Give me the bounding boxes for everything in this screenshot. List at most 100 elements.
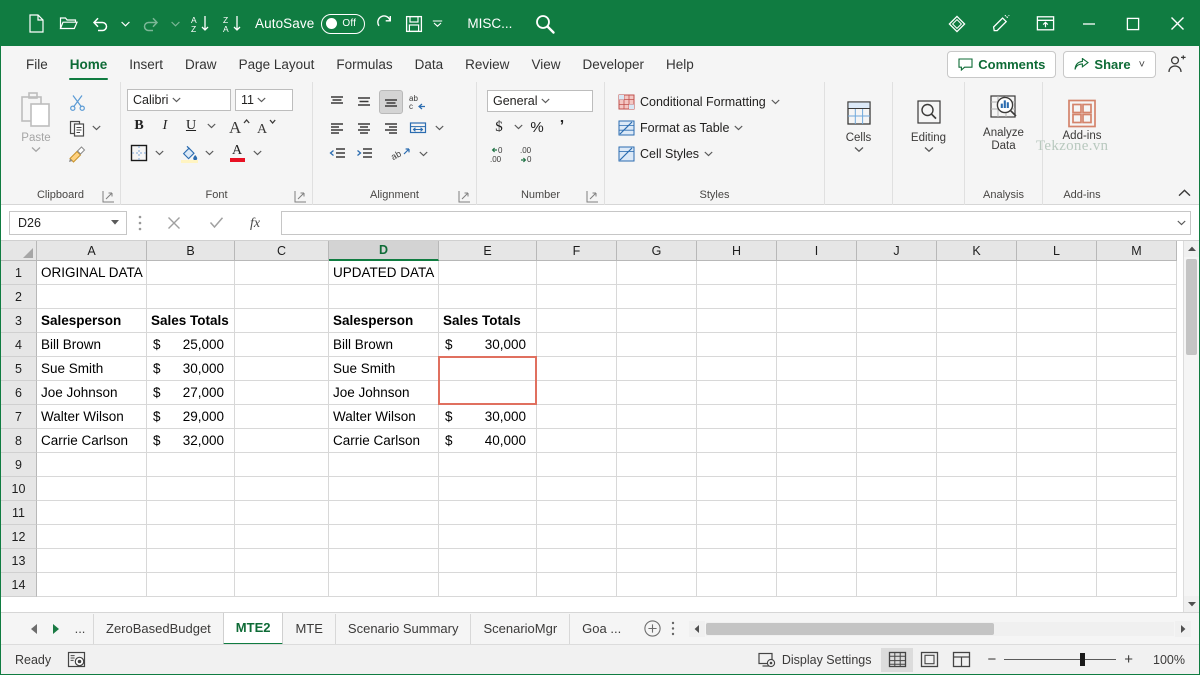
cell-E13[interactable] (439, 549, 537, 573)
row-header-14[interactable]: 14 (1, 573, 37, 597)
row-header-3[interactable]: 3 (1, 309, 37, 333)
cell-L1[interactable] (1017, 261, 1097, 285)
cell-H9[interactable] (697, 453, 777, 477)
cell-F3[interactable] (537, 309, 617, 333)
font-size-caret-icon[interactable] (254, 97, 270, 103)
cell-L6[interactable] (1017, 381, 1097, 405)
cell-C3[interactable] (235, 309, 329, 333)
cell-M2[interactable] (1097, 285, 1177, 309)
autosave-toggle[interactable]: Off (321, 14, 365, 34)
tab-data[interactable]: Data (404, 48, 455, 82)
sheet-tab-mte2[interactable]: MTE2 (223, 613, 284, 645)
cell-J9[interactable] (857, 453, 937, 477)
cell-E11[interactable] (439, 501, 537, 525)
cell-C6[interactable] (235, 381, 329, 405)
macro-record-button[interactable] (67, 651, 86, 668)
cell-J14[interactable] (857, 573, 937, 597)
cell-H4[interactable] (697, 333, 777, 357)
column-header-K[interactable]: K (937, 241, 1017, 261)
cell-D12[interactable] (329, 525, 439, 549)
cell-G9[interactable] (617, 453, 697, 477)
cell-G5[interactable] (617, 357, 697, 381)
row-header-8[interactable]: 8 (1, 429, 37, 453)
cell-F14[interactable] (537, 573, 617, 597)
cell-B9[interactable] (147, 453, 235, 477)
cell-G11[interactable] (617, 501, 697, 525)
cell-J10[interactable] (857, 477, 937, 501)
tab-formulas[interactable]: Formulas (325, 48, 403, 82)
font-name-caret-icon[interactable] (168, 97, 184, 103)
tab-file[interactable]: File (15, 48, 59, 82)
column-header-H[interactable]: H (697, 241, 777, 261)
conditional-formatting-button[interactable]: Conditional Formatting (615, 89, 783, 114)
cell-J4[interactable] (857, 333, 937, 357)
row-header-11[interactable]: 11 (1, 501, 37, 525)
cell-M9[interactable] (1097, 453, 1177, 477)
align-center-button[interactable] (352, 116, 376, 140)
editing-button[interactable]: Editing (900, 96, 958, 153)
cell-C2[interactable] (235, 285, 329, 309)
column-header-L[interactable]: L (1017, 241, 1097, 261)
cell-M6[interactable] (1097, 381, 1177, 405)
number-format-combo[interactable]: General (487, 90, 593, 112)
comma-format-button[interactable]: ’ (550, 115, 574, 139)
cell-G8[interactable] (617, 429, 697, 453)
cell-E4[interactable]: $30,000 (439, 333, 537, 357)
cell-I5[interactable] (777, 357, 857, 381)
undo-dropdown-caret-icon[interactable] (117, 9, 133, 39)
fill-color-caret-icon[interactable] (203, 141, 215, 165)
cell-D1[interactable]: UPDATED DATA (329, 261, 439, 285)
cell-B14[interactable] (147, 573, 235, 597)
wrap-text-button[interactable]: abc (406, 90, 434, 114)
cell-D11[interactable] (329, 501, 439, 525)
spreadsheet-grid[interactable]: ABCDEFGHIJKLM 1234567891011121314 ORIGIN… (1, 241, 1199, 612)
share-caret-icon[interactable]: ˅ (1139, 59, 1145, 71)
cell-F7[interactable] (537, 405, 617, 429)
share-people-icon[interactable] (1163, 51, 1191, 78)
cell-J6[interactable] (857, 381, 937, 405)
horizontal-scroll-track[interactable] (706, 622, 1174, 636)
sort-za-button[interactable]: ZA (217, 9, 247, 39)
zoom-in-button[interactable]: + (1124, 651, 1133, 668)
new-file-button[interactable] (21, 9, 51, 39)
normal-view-button[interactable] (881, 648, 913, 672)
accounting-format-button[interactable]: $ (487, 115, 511, 139)
cell-G13[interactable] (617, 549, 697, 573)
row-header-4[interactable]: 4 (1, 333, 37, 357)
cell-J5[interactable] (857, 357, 937, 381)
sheet-tab-goal[interactable]: Goa ... (569, 614, 633, 644)
number-dialog-launcher[interactable] (586, 190, 599, 203)
number-format-caret-icon[interactable] (537, 98, 553, 104)
cell-E9[interactable] (439, 453, 537, 477)
cell-I8[interactable] (777, 429, 857, 453)
cell-B11[interactable] (147, 501, 235, 525)
decrease-decimal-button[interactable]: .000 (517, 142, 543, 166)
sheet-tab-mte[interactable]: MTE (283, 614, 334, 644)
cell-B2[interactable] (147, 285, 235, 309)
cell-C14[interactable] (235, 573, 329, 597)
prev-sheet-button[interactable] (23, 616, 45, 642)
zoom-out-button[interactable]: − (987, 651, 996, 668)
column-header-J[interactable]: J (857, 241, 937, 261)
cell-G7[interactable] (617, 405, 697, 429)
copilot-diamond-icon[interactable] (935, 1, 979, 46)
underline-caret-icon[interactable] (205, 114, 217, 138)
cell-C4[interactable] (235, 333, 329, 357)
cell-G12[interactable] (617, 525, 697, 549)
cell-G1[interactable] (617, 261, 697, 285)
cell-D9[interactable] (329, 453, 439, 477)
cell-I12[interactable] (777, 525, 857, 549)
add-sheet-button[interactable] (639, 616, 665, 642)
tab-insert[interactable]: Insert (118, 48, 174, 82)
font-name-combo[interactable]: Calibri (127, 89, 231, 111)
cell-C5[interactable] (235, 357, 329, 381)
cell-E5[interactable] (439, 357, 537, 381)
increase-decimal-button[interactable]: 0.00 (487, 142, 513, 166)
cell-B8[interactable]: $32,000 (147, 429, 235, 453)
cell-C11[interactable] (235, 501, 329, 525)
clipboard-dialog-launcher[interactable] (102, 190, 115, 203)
cell-F9[interactable] (537, 453, 617, 477)
cell-D13[interactable] (329, 549, 439, 573)
select-all-corner[interactable] (1, 241, 37, 261)
close-button[interactable] (1155, 1, 1199, 46)
